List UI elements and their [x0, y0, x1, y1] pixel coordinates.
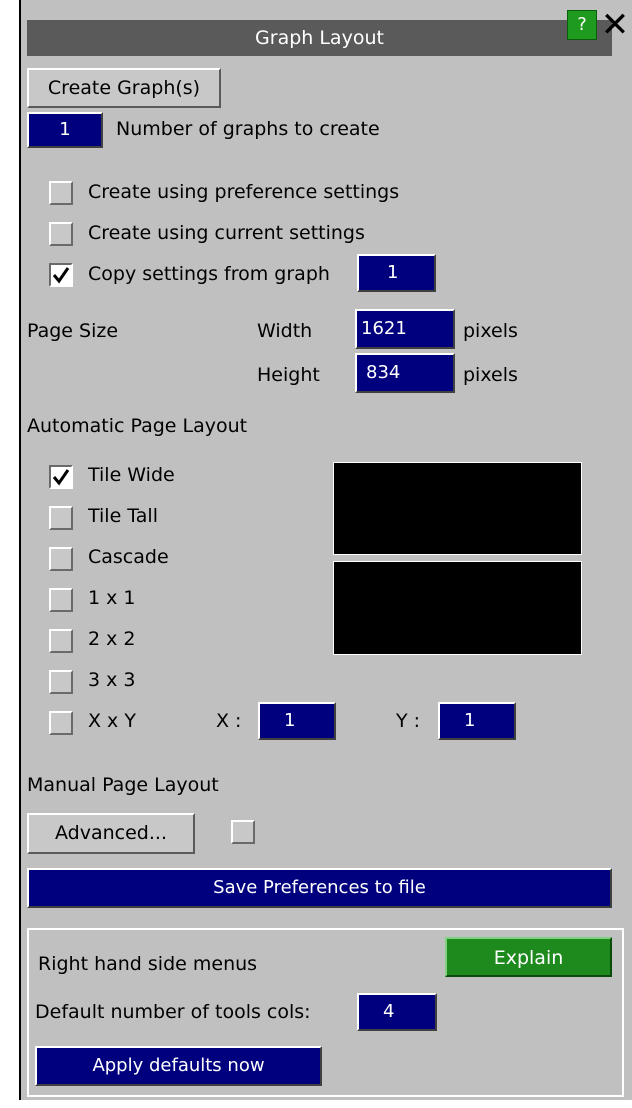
layout-1x1-label: 1 x 1: [88, 587, 136, 609]
layout-2x2-label: 2 x 2: [88, 628, 136, 650]
cascade-checkbox[interactable]: [49, 547, 73, 571]
explain-button[interactable]: Explain: [445, 937, 612, 977]
close-icon[interactable]: ✕: [598, 8, 632, 42]
auto-layout-heading: Automatic Page Layout: [27, 415, 248, 437]
advanced-button[interactable]: Advanced...: [27, 813, 195, 854]
graph-count-label: Number of graphs to create: [116, 118, 380, 140]
manual-layout-heading: Manual Page Layout: [27, 774, 219, 796]
width-unit: pixels: [463, 320, 518, 342]
save-preferences-button[interactable]: Save Preferences to file: [27, 868, 612, 908]
layout-preview-top: [333, 462, 582, 555]
graph-count-input[interactable]: 1: [27, 112, 103, 148]
tools-cols-input[interactable]: 4: [357, 993, 437, 1031]
page-width-input[interactable]: 1621: [355, 309, 455, 349]
page-height-input[interactable]: 834: [355, 353, 455, 393]
height-label: Height: [257, 364, 320, 386]
y-count-input[interactable]: 1: [438, 702, 516, 740]
width-label: Width: [257, 320, 313, 342]
help-button[interactable]: ?: [567, 10, 597, 40]
rhs-menus-label: Right hand side menus: [38, 953, 258, 975]
layout-3x3-checkbox[interactable]: [49, 670, 73, 694]
layout-3x3-label: 3 x 3: [88, 669, 136, 691]
tile-tall-checkbox[interactable]: [49, 506, 73, 530]
tools-cols-label: Default number of tools cols:: [35, 1001, 311, 1023]
apply-defaults-button[interactable]: Apply defaults now: [35, 1046, 322, 1086]
pref-settings-checkbox[interactable]: [49, 181, 73, 205]
x-count-input[interactable]: 1: [258, 702, 336, 740]
window-title: Graph Layout: [27, 20, 612, 56]
copy-settings-checkbox[interactable]: [49, 263, 73, 287]
tile-tall-label: Tile Tall: [88, 505, 158, 527]
current-settings-label: Create using current settings: [88, 222, 365, 244]
advanced-toggle-checkbox[interactable]: [231, 820, 255, 844]
pref-settings-label: Create using preference settings: [88, 181, 400, 203]
check-icon: [52, 267, 70, 284]
layout-2x2-checkbox[interactable]: [49, 629, 73, 653]
page-size-label: Page Size: [27, 320, 119, 342]
tile-wide-label: Tile Wide: [88, 464, 175, 486]
layout-1x1-checkbox[interactable]: [49, 588, 73, 612]
tile-wide-checkbox[interactable]: [49, 465, 73, 489]
cascade-label: Cascade: [88, 546, 169, 568]
copy-from-graph-input[interactable]: 1: [357, 254, 436, 292]
y-count-label: Y :: [396, 710, 421, 732]
height-unit: pixels: [463, 364, 518, 386]
layout-preview-bottom: [333, 561, 582, 655]
x-count-label: X :: [216, 710, 242, 732]
layout-xy-label: X x Y: [88, 710, 136, 732]
create-graphs-button[interactable]: Create Graph(s): [27, 68, 221, 108]
check-icon: [52, 469, 70, 486]
layout-xy-checkbox[interactable]: [49, 711, 73, 735]
current-settings-checkbox[interactable]: [49, 222, 73, 246]
copy-settings-label: Copy settings from graph: [88, 263, 330, 285]
